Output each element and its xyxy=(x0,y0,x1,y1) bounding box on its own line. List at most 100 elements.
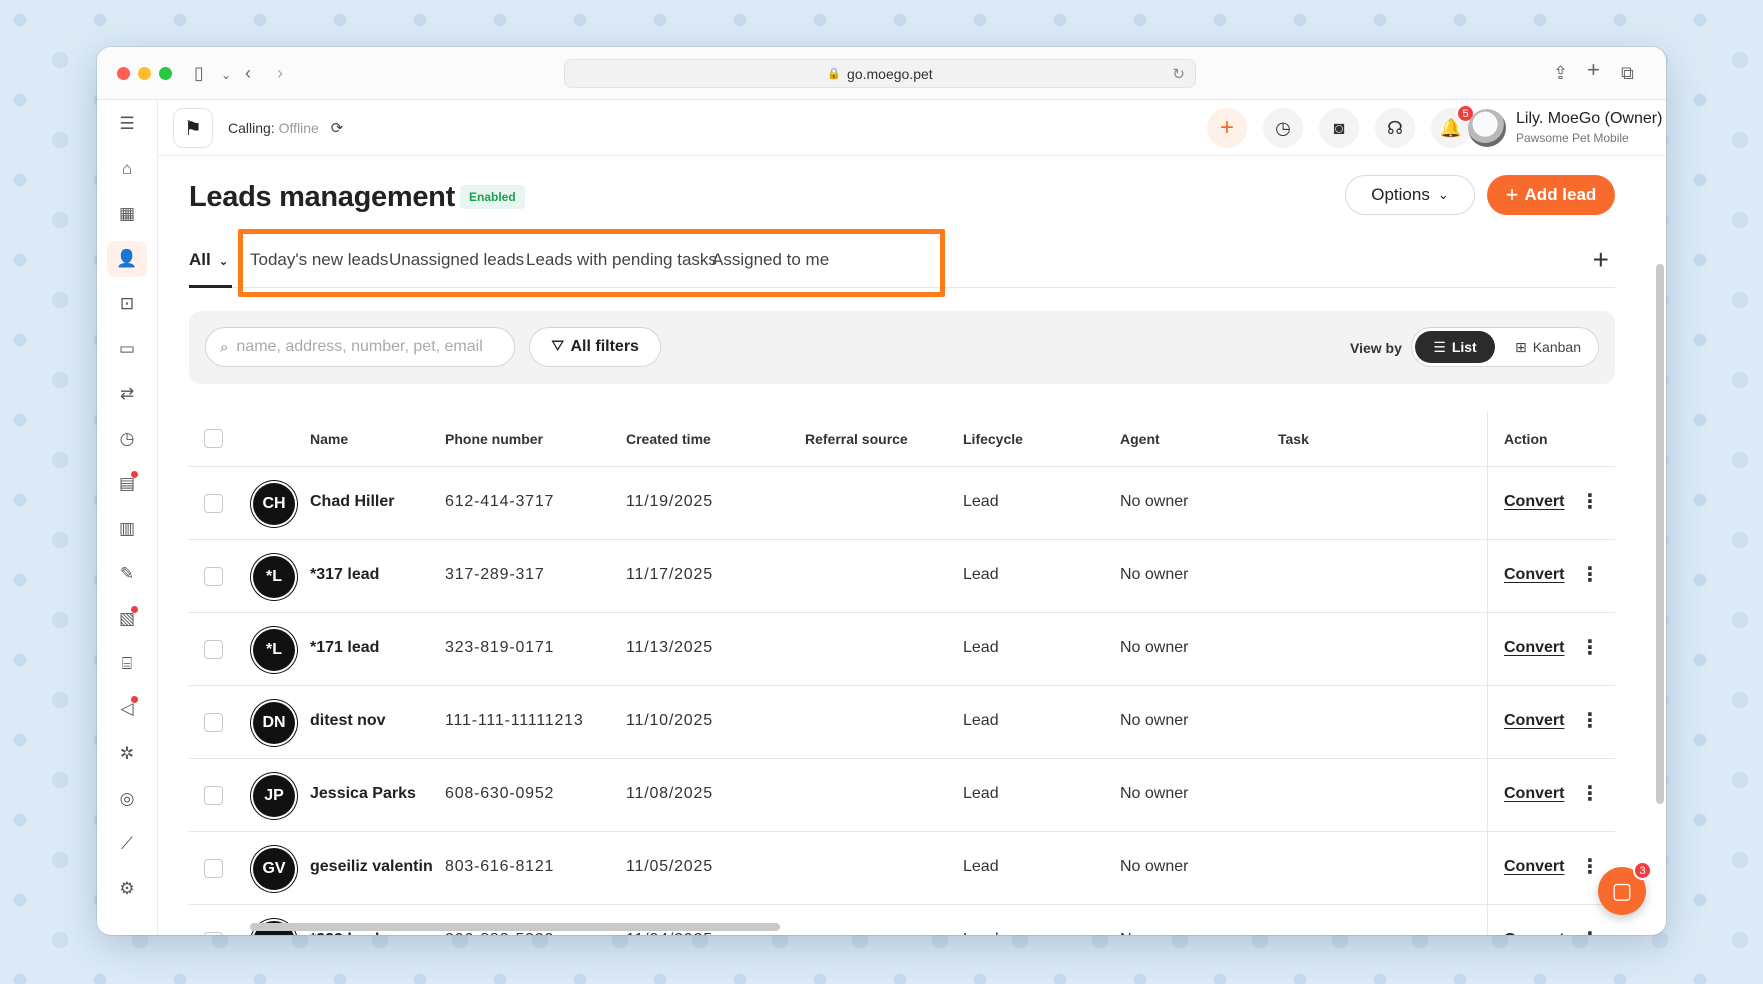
view-kanban-button[interactable]: ⊞ Kanban xyxy=(1500,331,1596,363)
reload-icon[interactable]: ↻ xyxy=(1172,65,1185,83)
moego-logo-icon[interactable]: ⚑ xyxy=(173,108,213,148)
chart-icon[interactable]: ⟋ xyxy=(107,826,147,862)
ticket-icon[interactable]: ▧ xyxy=(107,601,147,637)
chat-button[interactable]: ▢ 3 xyxy=(1598,861,1652,915)
tab-assigned-to-me[interactable]: Assigned to me xyxy=(712,250,829,270)
row-checkbox[interactable] xyxy=(204,859,223,878)
lead-name[interactable]: Chad Hiller xyxy=(310,493,394,511)
close-window-button[interactable] xyxy=(117,67,130,80)
refresh-icon[interactable]: ⟳ xyxy=(331,120,344,137)
calendar-icon[interactable]: ▦ xyxy=(107,196,147,232)
vertical-scrollbar[interactable] xyxy=(1656,264,1664,804)
bank-icon[interactable]: ⌸ xyxy=(107,646,147,682)
convert-button[interactable]: Convert xyxy=(1504,493,1564,511)
more-options-icon[interactable]: ⋮ xyxy=(1580,927,1600,935)
alarm-icon[interactable]: ◷ xyxy=(107,421,147,457)
tab-leads-with-pending-tasks[interactable]: Leads with pending tasks xyxy=(526,250,717,270)
message-icon[interactable]: ▭ xyxy=(107,331,147,367)
quick-add-button[interactable]: + xyxy=(1207,108,1247,148)
tab-todays-new-leads[interactable]: Today's new leads xyxy=(250,250,388,270)
pen-icon[interactable]: ✎ xyxy=(107,556,147,592)
add-view-icon[interactable]: + xyxy=(1593,244,1609,276)
shield-icon[interactable]: ◎ xyxy=(107,781,147,817)
column-header[interactable]: Created time xyxy=(626,431,711,447)
minimize-window-button[interactable] xyxy=(138,67,151,80)
bag-icon[interactable]: ⊡ xyxy=(107,286,147,322)
search-input[interactable] xyxy=(236,338,487,356)
status-badge: Enabled xyxy=(460,185,525,209)
table-row[interactable]: CH Chad Hiller 612-414-3717 11/19/2025 Lead N… xyxy=(189,467,1615,540)
share-icon[interactable]: ⇪ xyxy=(1553,61,1568,85)
calling-status: Calling: Offline ⟳ xyxy=(228,119,343,137)
more-options-icon[interactable]: ⋮ xyxy=(1580,635,1600,660)
address-bar[interactable]: 🔒 go.moego.pet ↻ xyxy=(564,59,1196,88)
sidebar-toggle-icon[interactable]: ▯ xyxy=(194,61,204,85)
select-all-checkbox[interactable] xyxy=(204,429,223,448)
convert-button[interactable]: Convert xyxy=(1504,639,1564,657)
column-header[interactable]: Name xyxy=(310,431,348,447)
column-header[interactable]: Lifecycle xyxy=(963,431,1023,447)
lead-name[interactable]: geseiliz valentin xyxy=(310,858,433,876)
column-header[interactable]: Phone number xyxy=(445,431,543,447)
tab-unassigned-leads[interactable]: Unassigned leads xyxy=(389,250,524,270)
convert-button[interactable]: Convert xyxy=(1504,785,1564,803)
convert-button[interactable]: Convert xyxy=(1504,566,1564,584)
support-button[interactable]: ☊ xyxy=(1375,108,1415,148)
lead-name[interactable]: *171 lead xyxy=(310,639,379,657)
clipboard-icon[interactable]: ▥ xyxy=(107,511,147,547)
row-checkbox[interactable] xyxy=(204,567,223,586)
ai-assistant-button[interactable]: ◙ xyxy=(1319,108,1359,148)
chevron-down-icon[interactable]: ⌄ xyxy=(221,63,231,87)
more-options-icon[interactable]: ⋮ xyxy=(1580,854,1600,879)
table-row[interactable]: *L *317 lead 317-289-317 11/17/2025 Lead No o… xyxy=(189,540,1615,613)
row-checkbox[interactable] xyxy=(204,713,223,732)
route-icon[interactable]: ⇄ xyxy=(107,376,147,412)
new-tab-icon[interactable]: + xyxy=(1587,58,1600,82)
view-list-button[interactable]: ☰ List xyxy=(1415,331,1495,363)
table-row[interactable]: *L *171 lead 323-819-0171 11/13/2025 Lead No … xyxy=(189,613,1615,686)
column-header[interactable]: Action xyxy=(1504,431,1548,447)
options-button[interactable]: Options ⌄ xyxy=(1345,175,1475,215)
search-box[interactable]: ⌕ xyxy=(205,327,515,367)
row-checkbox[interactable] xyxy=(204,640,223,659)
more-options-icon[interactable]: ⋮ xyxy=(1580,562,1600,587)
lead-name[interactable]: *317 lead xyxy=(310,566,379,584)
horizontal-scrollbar[interactable] xyxy=(250,923,780,931)
table-row[interactable]: JP Jessica Parks 608-630-0952 11/08/2025 Lea… xyxy=(189,759,1615,832)
clock-button[interactable]: ◷ xyxy=(1263,108,1303,148)
table-row[interactable]: GV geseiliz valentin 803-616-8121 11/05/202… xyxy=(189,832,1615,905)
avatar[interactable] xyxy=(1468,109,1506,147)
add-lead-button[interactable]: + Add lead xyxy=(1487,175,1615,215)
tab-all[interactable]: All ⌄ xyxy=(189,250,229,270)
column-header[interactable]: Agent xyxy=(1120,431,1160,447)
lead-name[interactable]: ditest nov xyxy=(310,712,386,730)
back-icon[interactable]: ‹ xyxy=(245,61,251,85)
all-filters-button[interactable]: ⛛ All filters xyxy=(529,327,661,367)
more-options-icon[interactable]: ⋮ xyxy=(1580,708,1600,733)
booking-icon[interactable]: ▤ xyxy=(107,466,147,502)
column-header[interactable]: Referral source xyxy=(805,431,908,447)
leads-icon[interactable]: 👤 xyxy=(107,241,147,277)
row-checkbox[interactable] xyxy=(204,786,223,805)
lead-name[interactable]: Jessica Parks xyxy=(310,785,416,803)
row-checkbox[interactable] xyxy=(204,932,223,935)
column-header[interactable]: Task xyxy=(1278,431,1309,447)
tabs-overview-icon[interactable]: ⧉ xyxy=(1621,61,1634,85)
convert-button[interactable]: Convert xyxy=(1504,712,1564,730)
menu-icon[interactable]: ☰ xyxy=(107,106,147,142)
megaphone-icon[interactable]: ◁ xyxy=(107,691,147,727)
user-name[interactable]: Lily. MoeGo (Owner) xyxy=(1516,110,1662,128)
convert-button[interactable]: Convert xyxy=(1504,858,1564,876)
table-row[interactable]: DN ditest nov 111-111-11111213 11/10/2025 Le… xyxy=(189,686,1615,759)
row-checkbox[interactable] xyxy=(204,494,223,513)
convert-button[interactable]: Convert xyxy=(1504,931,1564,935)
forward-icon[interactable]: › xyxy=(277,61,283,85)
more-options-icon[interactable]: ⋮ xyxy=(1580,781,1600,806)
services-icon[interactable]: ✲ xyxy=(107,736,147,772)
lead-name[interactable]: *333 lead xyxy=(310,931,379,935)
zoom-window-button[interactable] xyxy=(159,67,172,80)
notifications-button[interactable]: 🔔 5 xyxy=(1431,104,1475,148)
more-options-icon[interactable]: ⋮ xyxy=(1580,489,1600,514)
gear-icon[interactable]: ⚙ xyxy=(107,871,147,907)
home-icon[interactable]: ⌂ xyxy=(107,151,147,187)
